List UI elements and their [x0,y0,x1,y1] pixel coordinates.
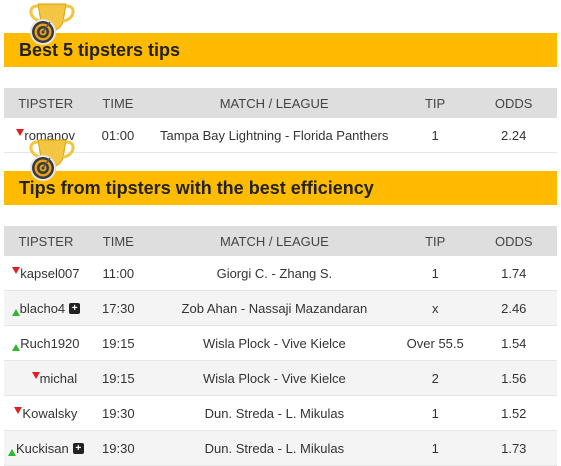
plus-icon[interactable]: + [72,443,84,455]
match-link[interactable]: Wisla Plock - Vive Kielce [148,360,400,396]
match-link[interactable]: Dun. Streda - L. Mikulas [148,395,400,431]
tipster-link[interactable]: Kuckisan [16,441,69,456]
table-row[interactable]: kapsel007 11:00 Giorgi C. - Zhang S. 1 1… [4,256,557,291]
tipster-link[interactable]: kapsel007 [20,266,79,281]
trend-down-icon [12,266,21,274]
table-row[interactable]: michal 19:15 Wisla Plock - Vive Kielce 2… [4,360,557,396]
tip-cell: Over 55.5 [399,325,471,361]
trend-down-icon [31,371,40,379]
odds-cell: 1.54 [470,325,557,361]
col-match: MATCH / LEAGUE [148,88,400,118]
col-time: TIME [87,226,149,256]
time-cell: 17:30 [87,290,149,326]
time-cell: 19:15 [87,360,149,396]
tipster-link[interactable]: Ruch1920 [20,336,79,351]
time-cell: 19:30 [87,395,149,431]
tipster-link[interactable]: michal [40,371,78,386]
table-row[interactable]: Kowalsky 19:30 Dun. Streda - L. Mikulas … [4,395,557,431]
table-row[interactable]: blacho4 + 17:30 Zob Ahan - Nassaji Mazand… [4,290,557,326]
tipster-cell: Kuckisan + [4,430,88,466]
time-cell: 11:00 [87,256,149,291]
odds-cell: 1.56 [470,360,557,396]
trend-up-icon [12,344,21,352]
odds-cell: 1.52 [470,395,557,431]
table-row[interactable]: Kuckisan + 19:30 Dun. Streda - L. Mikulas… [4,430,557,466]
odds-cell: 2.46 [470,290,557,326]
tipster-cell: kapsel007 [4,256,88,291]
table-header-row: TIPSTER TIME MATCH / LEAGUE TIP ODDS [4,88,557,118]
match-link[interactable]: Wisla Plock - Vive Kielce [148,325,400,361]
section-banner: Best 5 tipsters tips [4,33,557,67]
col-tip: TIP [399,88,471,118]
trophy-target-icon [29,3,75,45]
tipster-cell: Ruch1920 [4,325,88,361]
col-tipster: TIPSTER [4,88,88,118]
tipster-link[interactable]: blacho4 [20,301,66,316]
tipster-cell: michal [4,360,88,396]
tipster-link[interactable]: Kowalsky [22,406,77,421]
best-efficiency-section: Tips from tipsters with the best efficie… [0,136,561,466]
odds-cell: 1.73 [470,430,557,466]
trophy-target-icon [29,139,75,181]
best-efficiency-table: TIPSTER TIME MATCH / LEAGUE TIP ODDS kap… [4,226,557,466]
tip-cell: 2 [399,360,471,396]
trend-down-icon [16,128,25,136]
trend-up-icon [8,449,17,457]
tipster-cell: Kowalsky [4,395,88,431]
match-link[interactable]: Giorgi C. - Zhang S. [148,256,400,291]
col-odds: ODDS [470,88,557,118]
section-banner: Tips from tipsters with the best efficie… [4,171,557,205]
match-link[interactable]: Dun. Streda - L. Mikulas [148,430,400,466]
time-cell: 19:30 [87,430,149,466]
col-time: TIME [87,88,149,118]
best-tipsters-section: Best 5 tipsters tips TIPSTER TIME MATCH … [0,0,561,153]
table-header-row: TIPSTER TIME MATCH / LEAGUE TIP ODDS [4,226,557,256]
match-link[interactable]: Zob Ahan - Nassaji Mazandaran [148,290,400,326]
table-row[interactable]: Ruch1920 19:15 Wisla Plock - Vive Kielce… [4,325,557,361]
trend-up-icon [11,309,20,317]
col-tipster: TIPSTER [4,226,88,256]
tip-cell: 1 [399,256,471,291]
odds-cell: 1.74 [470,256,557,291]
col-odds: ODDS [470,226,557,256]
trend-down-icon [14,406,23,414]
tip-cell: 1 [399,395,471,431]
plus-icon[interactable]: + [69,303,81,315]
tip-cell: x [399,290,471,326]
col-match: MATCH / LEAGUE [148,226,400,256]
tip-cell: 1 [399,430,471,466]
col-tip: TIP [399,226,471,256]
tipster-cell: blacho4 + [4,290,88,326]
time-cell: 19:15 [87,325,149,361]
